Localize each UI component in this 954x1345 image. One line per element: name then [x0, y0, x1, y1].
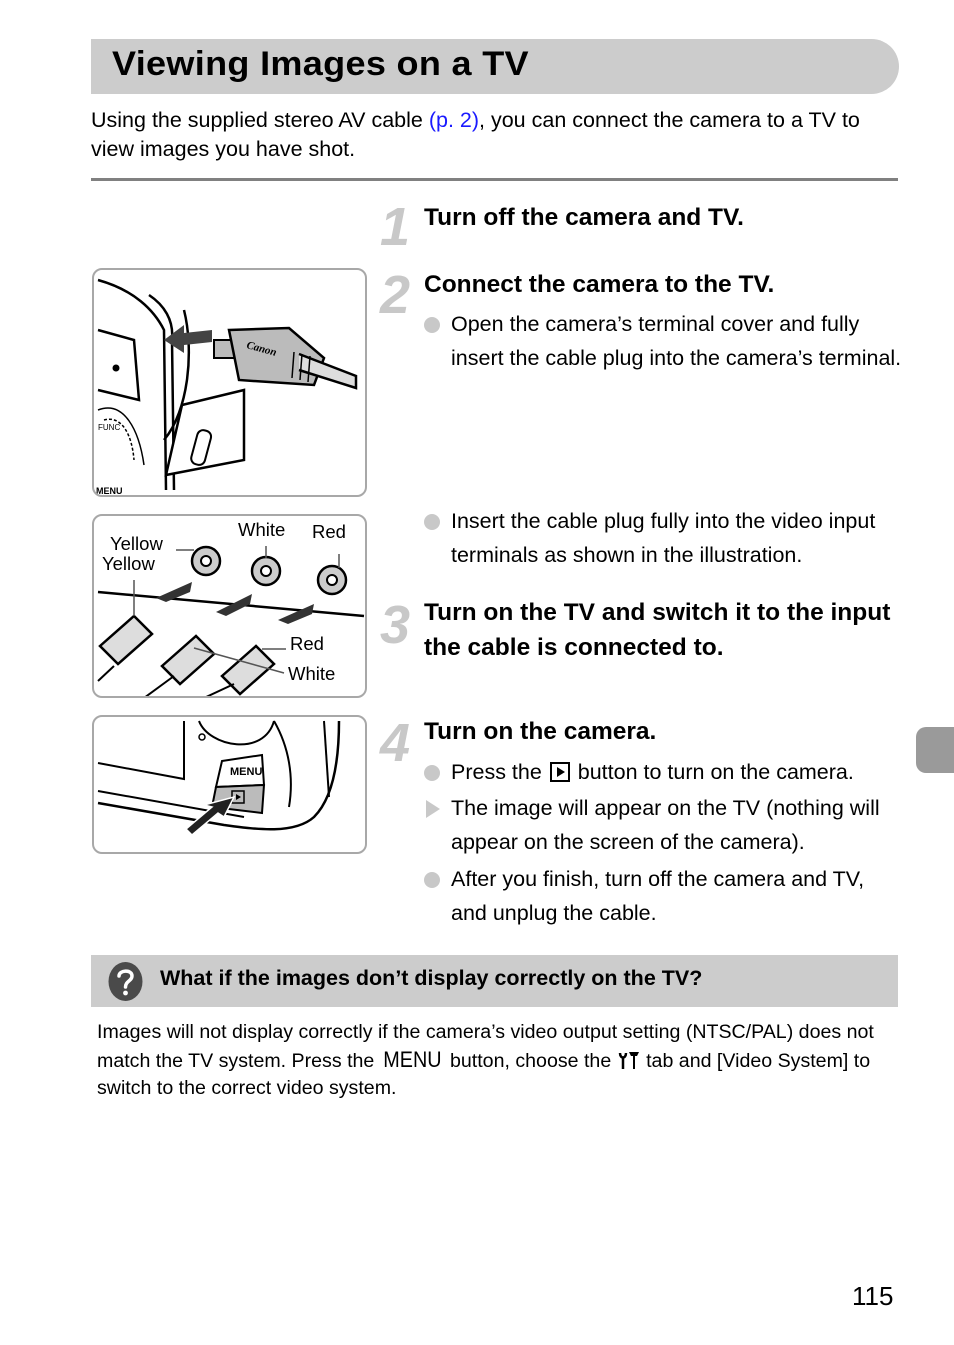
page-number: 115	[852, 1281, 894, 1311]
menu-button-label: MENU	[230, 766, 262, 778]
bullet-circle-icon	[424, 872, 440, 888]
step-title-2: Connect the camera to the TV.	[424, 271, 775, 298]
divider	[91, 178, 898, 181]
step-title-1: Turn off the camera and TV.	[424, 204, 744, 231]
camera-dot	[112, 364, 120, 372]
bullet-item: Open the camera’s terminal cover and ful…	[424, 308, 904, 375]
bullet-item: After you finish, turn off the camera an…	[424, 863, 904, 930]
arrow-icon	[278, 604, 314, 624]
yellow-plug-label: Yellow	[102, 553, 155, 574]
yellow-jack-label: Yellow	[110, 533, 163, 554]
white-jack-label: White	[238, 519, 286, 540]
yellow-plug	[98, 614, 154, 666]
camera-play-illustration: MENU	[92, 715, 367, 854]
step-title-4: Turn on the camera.	[424, 718, 657, 745]
bullet-text: Open the camera’s terminal cover and ful…	[451, 312, 902, 370]
play-button-icon	[549, 762, 570, 782]
page-reference-link[interactable]: (p. 2)	[429, 108, 479, 132]
red-plug-label: Red	[290, 633, 324, 654]
func-set-label: FUNC	[98, 423, 120, 432]
camera-play-drawing: MENU	[97, 720, 341, 837]
white-plug	[160, 634, 216, 686]
bullet-item: Insert the cable plug fully into the vid…	[424, 505, 904, 572]
bullet-circle-icon	[424, 514, 440, 530]
step-number-2: 2	[380, 265, 411, 325]
bullet-text: Press the button to turn on the camera.	[451, 756, 904, 790]
arrow-icon	[216, 594, 252, 616]
note-text: button, choose the	[444, 1050, 617, 1072]
question-icon	[107, 961, 144, 1002]
step-number-3: 3	[380, 595, 411, 655]
intro-text: Using the supplied stereo AV cable	[91, 108, 429, 132]
note-body: Images will not display correctly if the…	[97, 1019, 902, 1102]
tools-icon	[617, 1050, 641, 1070]
bullet-item: The image will appear on the TV (nothing…	[424, 792, 904, 859]
bullet-text-part: Press the	[451, 760, 548, 784]
bullet-text: Insert the cable plug fully into the vid…	[451, 509, 876, 567]
red-jack-label: Red	[312, 521, 346, 542]
note-title: What if the images don’t display correct…	[160, 966, 703, 990]
page-title: Viewing Images on a TV	[112, 45, 529, 83]
camera-cable-illustration: FUNC MENU Canon	[92, 268, 367, 497]
camera-cable-drawing: FUNC MENU Canon	[96, 278, 358, 496]
bullet-text: The image will appear on the TV (nothing…	[451, 796, 880, 854]
tv-terminals-illustration: Yellow White Red Yellow White Red	[92, 514, 367, 698]
bullet-circle-icon	[424, 317, 440, 333]
press-arrow-icon	[184, 795, 236, 837]
chapter-tab	[916, 727, 954, 773]
bullet-text-part: button to turn on the camera.	[571, 760, 854, 784]
step-number-1: 1	[380, 197, 411, 257]
bullet-triangle-icon	[426, 800, 440, 818]
bullet-text: After you finish, turn off the camera an…	[451, 867, 865, 925]
bullet-circle-icon	[424, 765, 440, 781]
intro-paragraph: Using the supplied stereo AV cable (p. 2…	[91, 106, 901, 164]
white-plug-label: White	[288, 663, 336, 684]
menu-button-icon: MENU	[383, 1047, 442, 1072]
step-number-4: 4	[380, 713, 411, 773]
menu-label: MENU	[96, 486, 123, 496]
step-title-3: Turn on the TV and switch it to the inpu…	[424, 599, 891, 661]
bullet-item: Press the button to turn on the camera.	[424, 756, 904, 790]
